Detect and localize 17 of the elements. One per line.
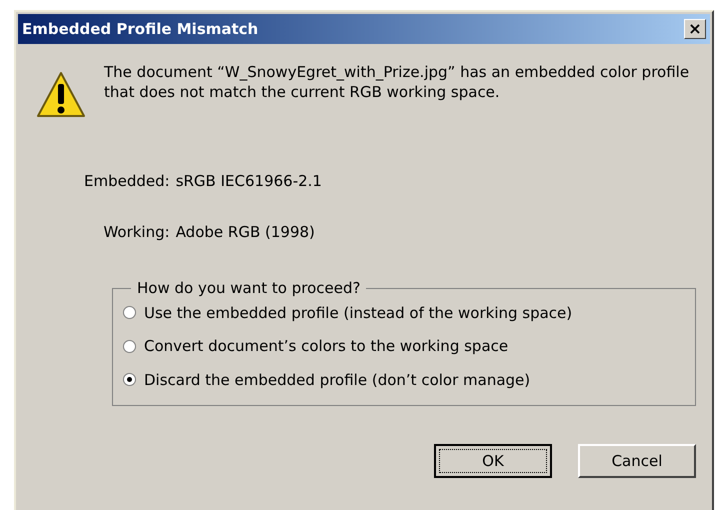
profile-value: Adobe RGB (1998) (176, 222, 316, 242)
radio-button[interactable] (123, 373, 136, 386)
radio-option[interactable]: Convert document’s colors to the working space (123, 335, 685, 358)
message-text: The document “W_SnowyEgret_with_Prize.jpg” has an embedded color profile that does not match the current RGB working space. (104, 62, 690, 103)
ok-button[interactable]: OK (434, 444, 552, 478)
group-legend: How do you want to proceed? (131, 277, 366, 300)
radio-option[interactable]: Use the embedded profile (instead of the working space) (123, 302, 685, 324)
profile-value: sRGB IEC61966-2.1 (176, 171, 322, 192)
radio-button[interactable] (123, 340, 136, 353)
cancel-button[interactable]: Cancel (578, 444, 696, 478)
profile-label: Working: (102, 222, 170, 242)
profile-label: Embedded: (84, 171, 170, 192)
radio-option[interactable]: Discard the embedded profile (don’t color manage) (123, 368, 685, 391)
radio-button[interactable] (123, 306, 136, 320)
warning-icon (36, 70, 86, 120)
close-button[interactable]: × (684, 19, 706, 39)
window-title: Embedded Profile Mismatch (22, 18, 258, 40)
